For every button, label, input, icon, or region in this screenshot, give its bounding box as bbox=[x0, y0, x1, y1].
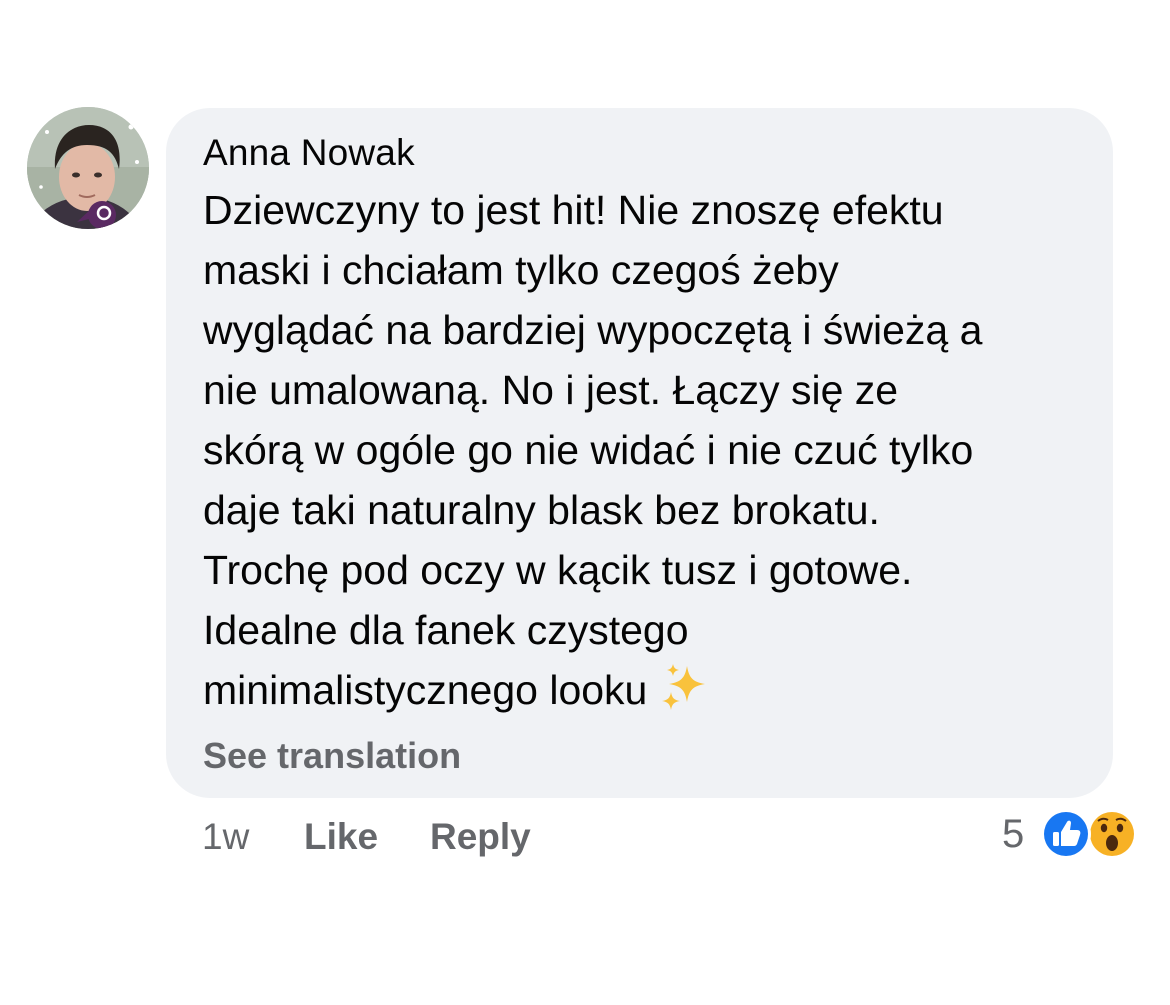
comment-line: maski i chciałam tylko czegoś żeby bbox=[203, 247, 839, 293]
like-icon bbox=[1041, 809, 1091, 859]
profile-photo bbox=[27, 107, 149, 229]
reactions-summary[interactable]: 5 bbox=[1002, 808, 1142, 860]
reply-button[interactable]: Reply bbox=[430, 812, 531, 862]
reaction-count: 5 bbox=[1002, 812, 1025, 856]
comment-line-text: minimalistycznego looku bbox=[203, 667, 648, 713]
comment-line: Idealne dla fanek czystego bbox=[203, 607, 689, 653]
comment-text: Dziewczyny to jest hit! Nie znoszę efekt… bbox=[203, 180, 1103, 730]
comment-line: skórą w ogóle go nie widać i nie czuć ty… bbox=[203, 427, 974, 473]
comment-line: wyglądać na bardziej wypoczętą i świeżą … bbox=[203, 307, 983, 353]
comment-line: daje taki naturalny blask bez brokatu. bbox=[203, 487, 880, 533]
comment-line: Trochę pod oczy w kącik tusz i gotowe. bbox=[203, 547, 913, 593]
comment-line-last: minimalistycznego looku bbox=[203, 660, 1103, 730]
see-translation-link[interactable]: See translation bbox=[203, 734, 461, 778]
comment-line: Dziewczyny to jest hit! Nie znoszę efekt… bbox=[203, 187, 944, 233]
sparkles-icon bbox=[659, 662, 711, 730]
comment-timestamp[interactable]: 1w bbox=[202, 812, 249, 862]
like-button[interactable]: Like bbox=[304, 812, 378, 862]
comment-author[interactable]: Anna Nowak bbox=[203, 131, 415, 175]
comment-line: nie umalowaną. No i jest. Łączy się ze bbox=[203, 367, 899, 413]
wow-icon bbox=[1087, 809, 1137, 859]
avatar[interactable] bbox=[27, 107, 149, 229]
